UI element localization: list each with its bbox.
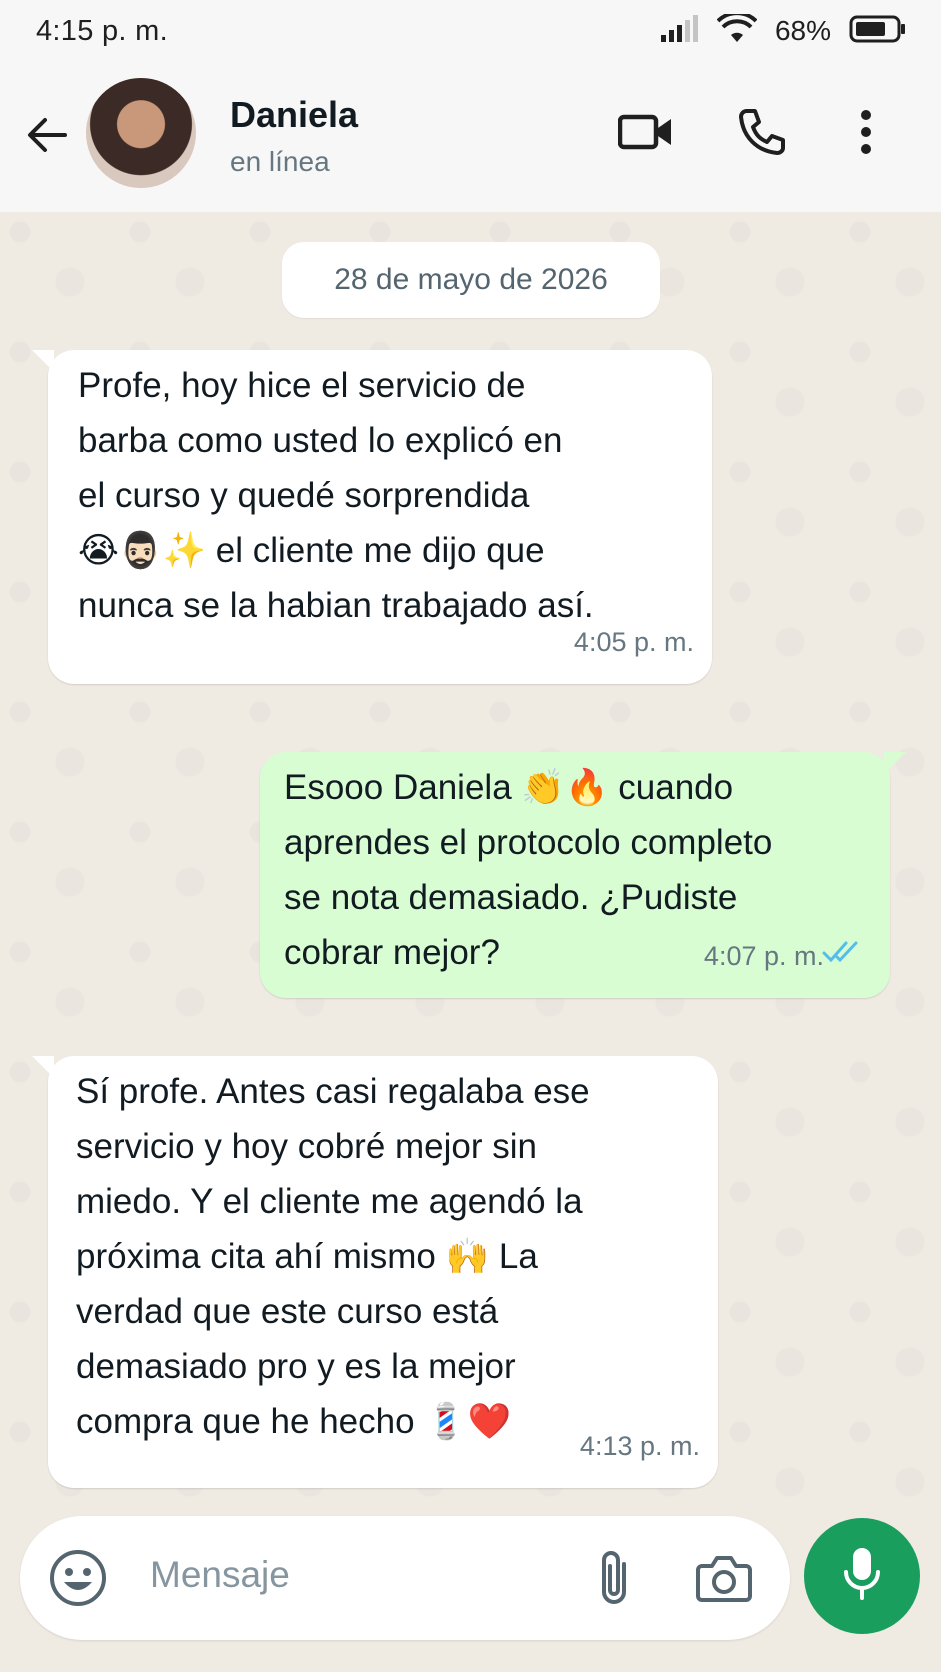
chat-area[interactable]: 28 de mayo de 2026 Profe, hoy hice el se… [0, 212, 941, 1512]
camera-icon[interactable] [696, 1552, 752, 1609]
message-time: 4:13 p. m. [579, 1431, 700, 1461]
signal-icon [660, 14, 699, 48]
message-input[interactable]: Mensaje [150, 1554, 290, 1596]
wifi-icon [716, 10, 758, 49]
status-bar: 4:15 p. m. 68% [0, 0, 941, 62]
mic-icon [842, 1546, 882, 1607]
message-text: Profe, hoy hice el servicio de barba com… [78, 366, 594, 625]
status-time: 4:15 p. m. [36, 14, 168, 47]
message-bubble-incoming[interactable]: Profe, hoy hice el servicio de barba com… [32, 350, 712, 684]
date-divider: 28 de mayo de 2026 [282, 242, 660, 318]
battery-icon [849, 14, 907, 49]
contact-name[interactable]: Daniela [230, 94, 358, 136]
double-check-icon [822, 925, 864, 980]
attach-icon[interactable] [594, 1548, 634, 1613]
battery-percentage: 68% [774, 15, 831, 46]
emoji-icon[interactable] [48, 1548, 108, 1613]
back-arrow-icon[interactable] [22, 110, 72, 160]
message-composer[interactable]: Mensaje [20, 1516, 790, 1640]
mic-button[interactable] [804, 1518, 920, 1634]
message-time: 4:07 p. m. [703, 941, 824, 971]
message-time: 4:05 p. m. [573, 627, 694, 657]
message-text: Sí profe. Antes casi regalaba ese servic… [76, 1072, 590, 1441]
more-vertical-icon[interactable] [836, 102, 896, 162]
status-indicators: 68% [660, 10, 907, 49]
contact-status: en línea [230, 146, 330, 177]
message-bubble-outgoing[interactable]: Esooo Daniela 👏🔥 cuando aprendes el prot… [260, 752, 906, 998]
video-call-icon[interactable] [616, 102, 676, 162]
phone-icon[interactable] [732, 102, 792, 162]
avatar[interactable] [86, 78, 196, 188]
message-bubble-incoming[interactable]: Sí profe. Antes casi regalaba ese servic… [32, 1056, 718, 1488]
chat-header: Daniela en línea [0, 62, 941, 212]
